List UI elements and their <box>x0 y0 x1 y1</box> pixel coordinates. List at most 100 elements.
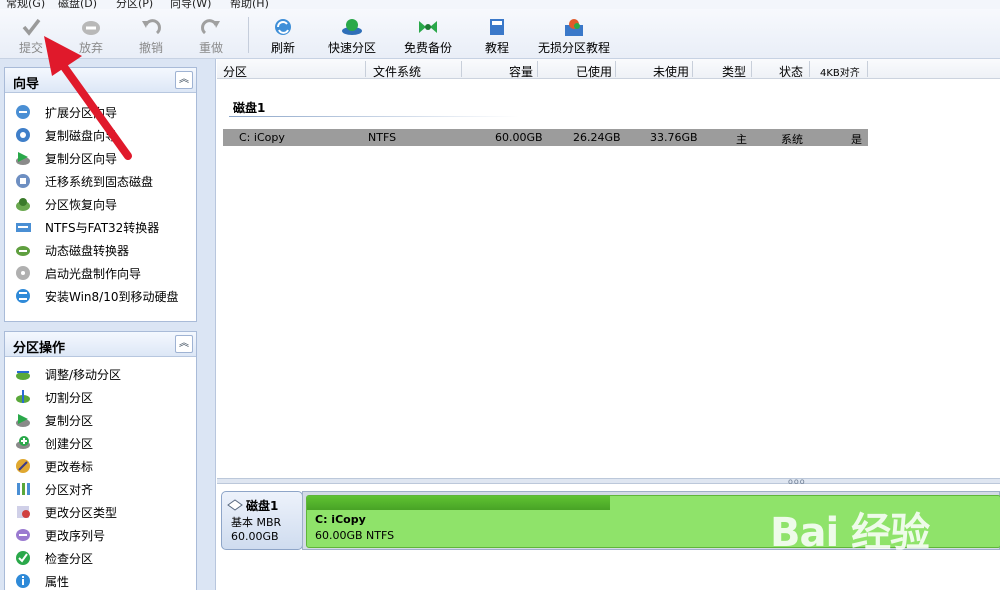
menu-disk[interactable]: 磁盘(D) <box>58 0 97 9</box>
align-partition-icon <box>17 483 30 495</box>
wizard-panel-title: 向导 <box>13 77 40 92</box>
col-capacity[interactable]: 容量 <box>509 63 533 80</box>
free-backup-label: 免费备份 <box>403 41 452 55</box>
lossless-tutorial-button[interactable]: 无损分区教程 <box>538 9 610 59</box>
column-header: 分区 文件系统 容量 已使用 未使用 类型 状态 4KB对齐 <box>217 59 1000 79</box>
cell-partition: C: iCopy <box>239 131 285 144</box>
migrate-os-icon <box>16 174 30 188</box>
free-backup-button[interactable]: 免费备份 <box>402 9 454 59</box>
baidu-watermark: Bai 经验 jingyan.baidu.com <box>770 482 1000 590</box>
col-filesystem[interactable]: 文件系统 <box>373 63 421 80</box>
copy-partition-icon <box>16 152 30 165</box>
ntfs-fat32-icon <box>16 223 31 232</box>
menu-help[interactable]: 帮助(H) <box>230 0 269 9</box>
refresh-button[interactable]: 刷新 <box>266 9 300 59</box>
windows-to-go-icon <box>16 289 30 303</box>
disk-group-title: 磁盘1 <box>233 101 266 115</box>
column-separator <box>615 61 616 77</box>
undo-button[interactable]: 撤销 <box>134 9 168 59</box>
wizard-item-label: 扩展分区向导 <box>45 106 118 120</box>
used-space-bar <box>307 496 610 510</box>
op-item-label: 更改序列号 <box>45 529 106 543</box>
cell-status: 系统 <box>781 133 803 146</box>
refresh-icon <box>275 19 291 35</box>
collapse-icon[interactable]: ︽ <box>175 71 193 89</box>
wizard-item-label: 启动光盘制作向导 <box>45 267 142 281</box>
disk-info-box[interactable]: 磁盘1 基本 MBR 60.00GB <box>221 491 303 550</box>
create-partition-icon <box>16 436 30 449</box>
col-partition[interactable]: 分区 <box>223 63 247 80</box>
op-item-label: 创建分区 <box>45 437 94 451</box>
toolbar: 提交 放弃 撤销 重做 刷新 快速分区 免费备份 教程 无损分区教程 <box>0 9 1000 59</box>
extend-partition-icon <box>16 105 30 119</box>
op-item-label: 检查分区 <box>45 552 94 566</box>
change-type-icon <box>17 506 30 518</box>
wizard-item-label: NTFS与FAT32转换器 <box>45 221 160 235</box>
col-used[interactable]: 已使用 <box>576 63 612 80</box>
col-unused[interactable]: 未使用 <box>653 63 689 80</box>
disk-icon <box>227 499 243 511</box>
quick-partition-label: 快速分区 <box>327 41 376 55</box>
table-row[interactable]: C: iCopy NTFS 60.00GB 26.24GB 33.76GB 主 … <box>223 129 868 146</box>
tutorial-icon <box>490 19 504 35</box>
partition-ops-header: 分区操作 ︽ <box>5 332 196 357</box>
wizard-item-label: 迁移系统到固态磁盘 <box>45 175 154 189</box>
check-partition-icon <box>16 551 30 565</box>
quick-partition-icon <box>342 19 362 35</box>
op-item-label: 调整/移动分区 <box>45 368 122 382</box>
col-type[interactable]: 类型 <box>722 63 746 80</box>
cell-type: 主 <box>736 133 747 146</box>
copy-disk-icon <box>16 128 30 142</box>
quick-partition-button[interactable]: 快速分区 <box>324 9 380 59</box>
wizard-item-label: 动态磁盘转换器 <box>45 244 130 258</box>
lossless-tutorial-icon <box>565 19 583 36</box>
op-item-label: 分区对齐 <box>45 483 94 497</box>
check-icon <box>22 18 41 36</box>
copy-icon <box>16 414 30 427</box>
disk-type: 基本 MBR <box>231 516 282 529</box>
discard-label: 放弃 <box>78 41 103 55</box>
op-item-label: 更改分区类型 <box>45 506 118 520</box>
redo-button[interactable]: 重做 <box>194 9 228 59</box>
cell-capacity: 60.00GB <box>495 131 543 144</box>
menu-wizard[interactable]: 向导(W) <box>170 0 211 9</box>
col-status[interactable]: 状态 <box>779 63 803 80</box>
menu-general[interactable]: 常规(G) <box>6 0 45 9</box>
op-item-label: 更改卷标 <box>45 460 94 474</box>
dynamic-disk-icon <box>16 246 30 256</box>
op-item-label: 切割分区 <box>45 391 94 405</box>
toolbar-separator <box>248 17 249 53</box>
discard-button[interactable]: 放弃 <box>74 9 108 59</box>
partition-ops-panel: 分区操作 ︽ 调整/移动分区 切割分区 复制分区 创建分区 更改卷标 分区对齐 <box>4 331 197 590</box>
bootable-media-icon <box>16 266 30 280</box>
change-label-icon <box>16 459 30 473</box>
backup-icon <box>419 21 437 33</box>
collapse-icon[interactable]: ︽ <box>175 335 193 353</box>
wizard-panel-header: 向导 ︽ <box>5 68 196 93</box>
partition-block-name: C: iCopy <box>315 513 366 526</box>
cell-aligned: 是 <box>851 133 862 146</box>
disk-size: 60.00GB <box>231 530 279 543</box>
menu-bar: 常规(G) 磁盘(D) 分区(P) 向导(W) 帮助(H) <box>0 0 1000 9</box>
column-separator <box>365 61 366 77</box>
left-sidebar: 向导 ︽ 扩展分区向导 复制磁盘向导 复制分区向导 迁移系统到固态磁盘 分区恢复… <box>0 59 216 590</box>
submit-button[interactable]: 提交 <box>14 9 48 59</box>
op-item-label: 复制分区 <box>45 414 94 428</box>
menu-partition[interactable]: 分区(P) <box>116 0 153 9</box>
cell-filesystem: NTFS <box>368 131 397 144</box>
resize-move-icon <box>16 371 30 380</box>
partition-block-desc: 60.00GB NTFS <box>315 529 395 542</box>
column-separator <box>461 61 462 77</box>
change-serial-icon <box>16 529 30 541</box>
tutorial-button[interactable]: 教程 <box>482 9 512 59</box>
column-separator <box>809 61 810 77</box>
column-separator <box>867 61 868 77</box>
col-4k-aligned[interactable]: 4KB对齐 <box>820 64 860 79</box>
wizard-item-label: 复制分区向导 <box>45 152 118 166</box>
wizard-panel: 向导 ︽ 扩展分区向导 复制磁盘向导 复制分区向导 迁移系统到固态磁盘 分区恢复… <box>4 67 197 322</box>
wizard-item-label: 安装Win8/10到移动硬盘 <box>45 290 179 304</box>
cell-unused: 33.76GB <box>650 131 698 144</box>
wizard-item-label: 复制磁盘向导 <box>45 129 118 143</box>
wizard-item-label: 分区恢复向导 <box>45 198 118 212</box>
tutorial-label: 教程 <box>484 41 509 55</box>
